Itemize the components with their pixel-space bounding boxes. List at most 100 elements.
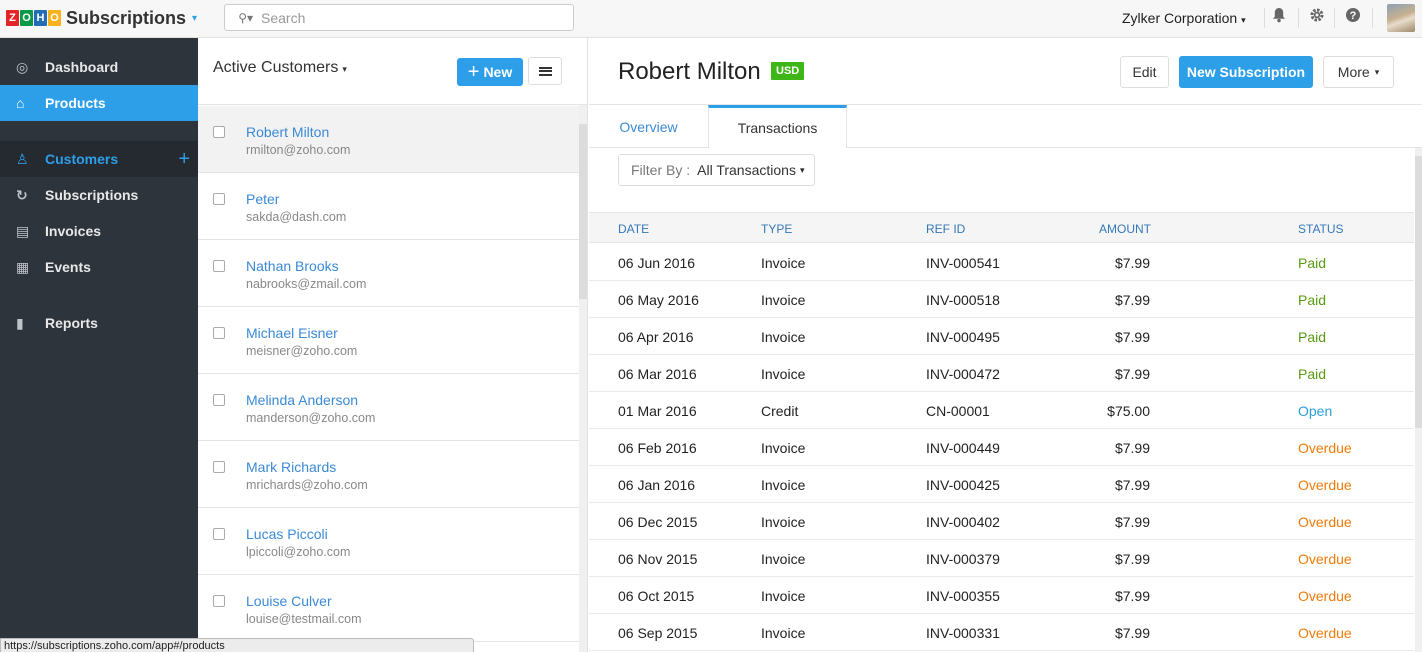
- gear-icon[interactable]: [1308, 7, 1326, 27]
- customer-checkbox[interactable]: [213, 595, 225, 607]
- logo-letter: Z: [6, 9, 19, 26]
- organization-switcher[interactable]: Zylker Corporation ▾: [1122, 10, 1246, 26]
- transaction-ref-id[interactable]: INV-000472: [926, 366, 1000, 382]
- transaction-status: Paid: [1298, 366, 1327, 382]
- transaction-ref-id[interactable]: INV-000449: [926, 440, 1000, 456]
- new-subscription-button[interactable]: New Subscription: [1179, 56, 1313, 88]
- chevron-down-icon: ▾: [1374, 66, 1380, 77]
- transaction-date: 06 Apr 2016: [618, 329, 694, 345]
- customer-name[interactable]: Mark Richards: [246, 459, 336, 475]
- customer-list-item[interactable]: Mark Richards mrichards@zoho.com: [198, 441, 579, 508]
- customer-checkbox[interactable]: [213, 327, 225, 339]
- customer-checkbox[interactable]: [213, 126, 225, 138]
- customer-name[interactable]: Lucas Piccoli: [246, 526, 328, 542]
- customer-name[interactable]: Michael Eisner: [246, 325, 338, 341]
- user-icon: ♙: [16, 150, 29, 167]
- bell-icon[interactable]: [1270, 7, 1288, 27]
- transaction-row[interactable]: 06 Jan 2016 Invoice INV-000425 $7.99 Overdue: [589, 466, 1414, 503]
- transaction-ref-id[interactable]: INV-000425: [926, 477, 1000, 493]
- user-avatar[interactable]: [1387, 4, 1415, 32]
- sidebar-item-invoices[interactable]: ▤ Invoices: [0, 213, 198, 249]
- transaction-row[interactable]: 06 May 2016 Invoice INV-000518 $7.99 Paid: [589, 281, 1414, 318]
- transaction-ref-id[interactable]: INV-000331: [926, 625, 1000, 641]
- customer-name[interactable]: Robert Milton: [246, 124, 329, 140]
- customer-checkbox[interactable]: [213, 193, 225, 205]
- transaction-row[interactable]: 06 Nov 2015 Invoice INV-000379 $7.99 Overdue: [589, 540, 1414, 577]
- sidebar-item-dashboard[interactable]: ◎ Dashboard: [0, 49, 198, 85]
- customer-checkbox[interactable]: [213, 461, 225, 473]
- more-button-label: More: [1337, 64, 1370, 80]
- customer-name[interactable]: Melinda Anderson: [246, 392, 358, 408]
- transaction-ref-id[interactable]: INV-000495: [926, 329, 1000, 345]
- customer-checkbox[interactable]: [213, 260, 225, 272]
- transaction-row[interactable]: 06 Jun 2016 Invoice INV-000541 $7.99 Paid: [589, 244, 1414, 281]
- sidebar-item-customers[interactable]: ♙ Customers +: [0, 141, 198, 177]
- customer-checkbox[interactable]: [213, 394, 225, 406]
- sidebar-item-label: Dashboard: [45, 59, 119, 75]
- transaction-row[interactable]: 06 Sep 2015 Invoice INV-000331 $7.99 Overdue: [589, 614, 1414, 651]
- filter-label: Filter By :: [631, 162, 691, 178]
- sidebar-item-events[interactable]: ▦ Events: [0, 249, 198, 285]
- transaction-type: Invoice: [761, 366, 806, 382]
- customer-list-item[interactable]: Melinda Anderson manderson@zoho.com: [198, 374, 579, 441]
- transaction-ref-id[interactable]: INV-000541: [926, 255, 1000, 271]
- transaction-amount: $7.99: [1114, 551, 1150, 567]
- sidebar-item-reports[interactable]: ▮ Reports: [0, 305, 198, 341]
- customer-list-item[interactable]: Lucas Piccoli lpiccoli@zoho.com: [198, 508, 579, 575]
- calendar-icon: ▦: [16, 258, 30, 275]
- transaction-filter-dropdown[interactable]: Filter By : All Transactions ▾: [618, 154, 815, 186]
- transaction-ref-id[interactable]: CN-00001: [926, 403, 990, 419]
- transaction-ref-id[interactable]: INV-000402: [926, 514, 1000, 530]
- dashboard-icon: ◎: [16, 58, 29, 75]
- transaction-ref-id[interactable]: INV-000355: [926, 588, 1000, 604]
- transaction-amount: $7.99: [1114, 292, 1150, 308]
- edit-button[interactable]: Edit: [1120, 56, 1169, 88]
- column-header-status[interactable]: STATUS: [1298, 222, 1344, 236]
- customer-list-item[interactable]: Robert Milton rmilton@zoho.com: [198, 106, 579, 173]
- transaction-row[interactable]: 06 Mar 2016 Invoice INV-000472 $7.99 Paid: [589, 355, 1414, 392]
- transaction-row[interactable]: 06 Apr 2016 Invoice INV-000495 $7.99 Paid: [589, 318, 1414, 355]
- column-header-amount[interactable]: AMOUNT: [1099, 222, 1151, 236]
- transaction-row[interactable]: 06 Feb 2016 Invoice INV-000449 $7.99 Overdue: [589, 429, 1414, 466]
- column-header-date[interactable]: DATE: [618, 222, 649, 236]
- new-customer-button[interactable]: + New: [457, 58, 523, 86]
- list-options-button[interactable]: [528, 57, 562, 85]
- help-icon[interactable]: ?: [1344, 7, 1362, 27]
- add-customer-icon[interactable]: +: [178, 148, 190, 171]
- tab-overview[interactable]: Overview: [589, 105, 708, 148]
- customer-email: mrichards@zoho.com: [246, 478, 368, 492]
- transaction-row[interactable]: 01 Mar 2016 Credit CN-00001 $75.00 Open: [589, 392, 1414, 429]
- search-input[interactable]: [261, 9, 561, 26]
- customer-name[interactable]: Peter: [246, 191, 279, 207]
- column-header-type[interactable]: TYPE: [761, 222, 792, 236]
- customer-checkbox[interactable]: [213, 528, 225, 540]
- column-header-ref-id[interactable]: REF ID: [926, 222, 965, 236]
- transaction-row[interactable]: 06 Dec 2015 Invoice INV-000402 $7.99 Overdue: [589, 503, 1414, 540]
- customer-email: manderson@zoho.com: [246, 411, 376, 425]
- customer-list-item[interactable]: Louise Culver louise@testmail.com: [198, 575, 579, 642]
- customer-name[interactable]: Louise Culver: [246, 593, 332, 609]
- detail-scrollbar-thumb[interactable]: [1415, 156, 1422, 428]
- transaction-status: Overdue: [1298, 588, 1352, 604]
- transaction-row[interactable]: 06 Oct 2015 Invoice INV-000355 $7.99 Overdue: [589, 577, 1414, 614]
- tab-transactions[interactable]: Transactions: [708, 105, 847, 148]
- customer-list-scrollbar-thumb[interactable]: [579, 124, 587, 299]
- customer-name[interactable]: Nathan Brooks: [246, 258, 339, 274]
- transaction-ref-id[interactable]: INV-000518: [926, 292, 1000, 308]
- sidebar-item-label: Subscriptions: [45, 187, 139, 203]
- search-icon[interactable]: ⚲▾: [225, 11, 253, 25]
- transaction-date: 06 Jan 2016: [618, 477, 696, 493]
- customer-list-item[interactable]: Nathan Brooks nabrooks@zmail.com: [198, 240, 579, 307]
- app-brand[interactable]: Z O H O Subscriptions ▾: [6, 8, 197, 29]
- sidebar: ◎ Dashboard ⌂ Products ♙ Customers + ↻ S…: [0, 38, 198, 652]
- customer-list-item[interactable]: Peter sakda@dash.com: [198, 173, 579, 240]
- more-button[interactable]: More ▾: [1323, 56, 1394, 88]
- customer-view-dropdown[interactable]: Active Customers ▾: [213, 59, 347, 77]
- search-box[interactable]: ⚲▾: [224, 4, 574, 31]
- transaction-ref-id[interactable]: INV-000379: [926, 551, 1000, 567]
- sidebar-item-subscriptions[interactable]: ↻ Subscriptions: [0, 177, 198, 213]
- customer-list-item[interactable]: Michael Eisner meisner@zoho.com: [198, 307, 579, 374]
- chevron-down-icon[interactable]: ▾: [192, 13, 197, 24]
- sidebar-item-products[interactable]: ⌂ Products: [0, 85, 198, 121]
- transaction-date: 06 Sep 2015: [618, 625, 698, 641]
